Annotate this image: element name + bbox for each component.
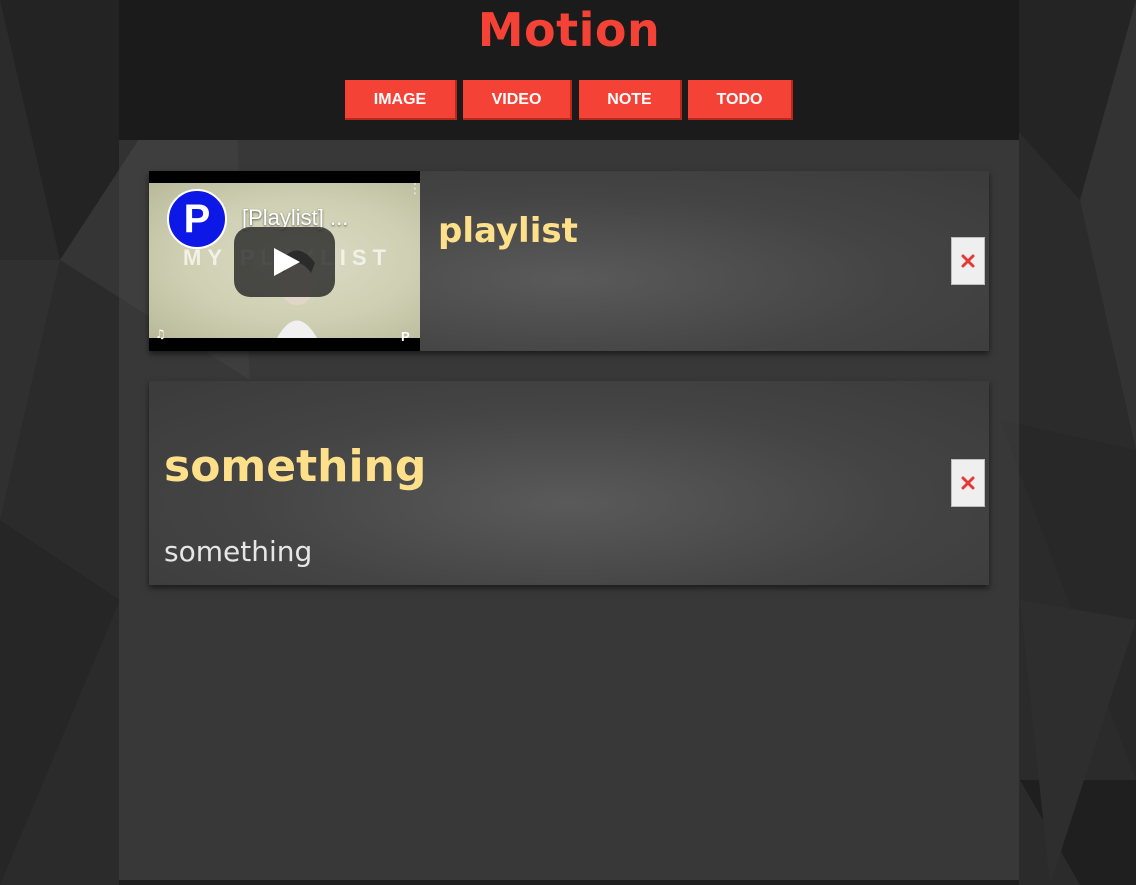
music-icon: ♫ — [155, 327, 166, 341]
footer-line — [119, 880, 1019, 885]
video-card: MY PLAYLIST P ♫ P [Playlist] ... ⋮ — [149, 171, 989, 351]
play-button[interactable] — [234, 227, 335, 297]
note-card: something something — [149, 381, 989, 585]
more-options-icon[interactable]: ⋮ — [408, 182, 420, 196]
close-icon — [961, 254, 975, 268]
app-title: Motion — [477, 3, 661, 57]
app-container: Motion IMAGE VIDEO NOTE TODO MY PLAYLIST… — [119, 0, 1019, 885]
note-button[interactable]: NOTE — [579, 80, 682, 120]
play-icon — [274, 248, 300, 276]
delete-button[interactable] — [951, 459, 985, 507]
close-icon — [961, 476, 975, 490]
todo-button[interactable]: TODO — [688, 80, 793, 120]
card-title: playlist — [438, 211, 578, 251]
video-player[interactable]: MY PLAYLIST P ♫ P [Playlist] ... ⋮ — [149, 171, 420, 351]
watermark-logo: P — [401, 329, 410, 344]
channel-avatar[interactable]: P — [167, 189, 227, 249]
channel-logo-letter: P — [183, 197, 211, 241]
note-body: something — [164, 535, 313, 568]
image-button[interactable]: IMAGE — [345, 80, 457, 120]
header: Motion IMAGE VIDEO NOTE TODO — [119, 0, 1019, 140]
nav-bar: IMAGE VIDEO NOTE TODO — [119, 80, 1019, 122]
card-title: something — [164, 441, 427, 492]
delete-button[interactable] — [951, 237, 985, 285]
document-area: MY PLAYLIST P ♫ P [Playlist] ... ⋮ — [119, 140, 1019, 880]
video-button[interactable]: VIDEO — [463, 80, 572, 120]
